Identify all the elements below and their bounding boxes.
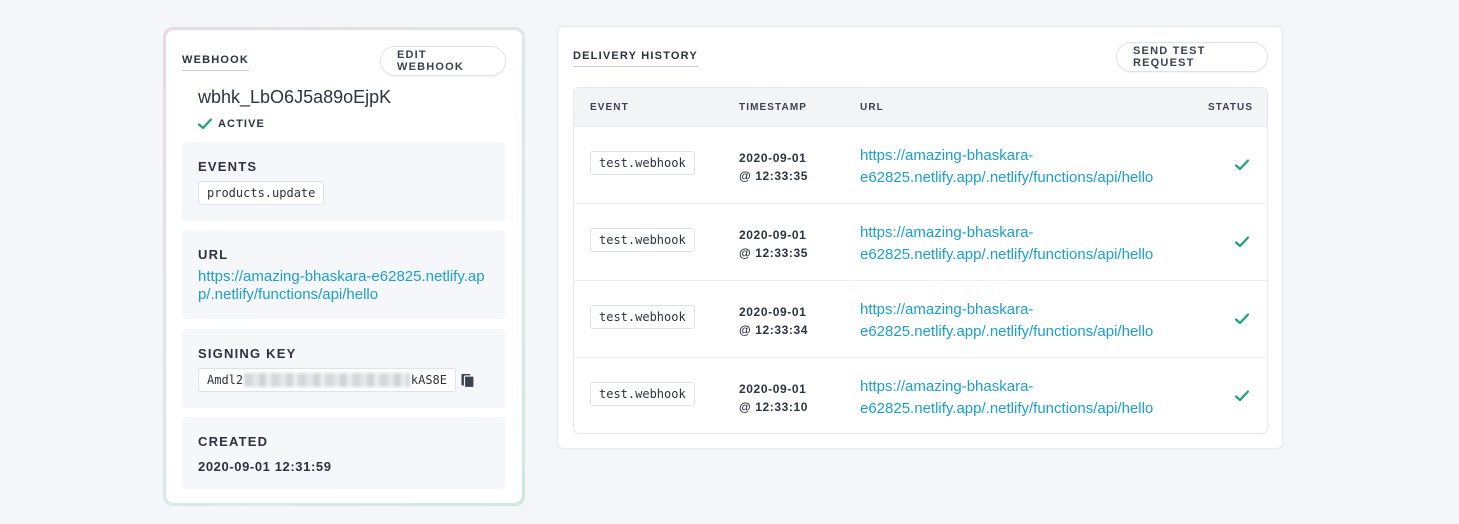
webhook-url-line2[interactable]: p/.netlify/functions/api/hello bbox=[198, 286, 378, 303]
delivery-table: EVENT TIMESTAMP URL STATUS test.webhook … bbox=[573, 87, 1268, 434]
signing-key-field[interactable]: Amdl2 kAS8E bbox=[198, 368, 456, 392]
check-icon bbox=[198, 118, 212, 130]
webhook-card: WEBHOOK EDIT WEBHOOK wbhk_LbO6J5a89oEjpK… bbox=[163, 27, 525, 506]
signing-key-section: SIGNING KEY Amdl2 kAS8E bbox=[182, 329, 505, 408]
column-status: STATUS bbox=[1208, 102, 1254, 113]
timestamp-time: @ 12:33:35 bbox=[739, 169, 809, 183]
column-timestamp: TIMESTAMP bbox=[739, 102, 808, 113]
row-url-link[interactable]: https://amazing-bhaskara-e62825.netlify.… bbox=[860, 376, 1190, 420]
table-row[interactable]: test.webhook 2020-09-01 @ 12:33:34 https:… bbox=[574, 280, 1267, 357]
webhook-url-line1[interactable]: https://amazing-bhaskara-e62825.netlify.… bbox=[198, 268, 485, 285]
check-icon bbox=[1235, 236, 1249, 248]
check-icon bbox=[1235, 390, 1249, 402]
row-url-line2[interactable]: e62825.netlify.app/.netlify/functions/ap… bbox=[860, 400, 1153, 417]
row-url-line2[interactable]: e62825.netlify.app/.netlify/functions/ap… bbox=[860, 246, 1153, 263]
signing-key-suffix: kAS8E bbox=[410, 373, 447, 387]
event-chip: test.webhook bbox=[590, 305, 695, 329]
timestamp: 2020-09-01 @ 12:33:35 bbox=[739, 149, 808, 185]
created-section: CREATED 2020-09-01 12:31:59 bbox=[182, 417, 505, 489]
row-url-link[interactable]: https://amazing-bhaskara-e62825.netlify.… bbox=[860, 299, 1190, 343]
created-value: 2020-09-01 12:31:59 bbox=[198, 459, 332, 474]
created-label: CREATED bbox=[198, 434, 269, 449]
delivery-history-heading: DELIVERY HISTORY bbox=[573, 50, 698, 67]
table-row[interactable]: test.webhook 2020-09-01 @ 12:33:35 https:… bbox=[574, 203, 1267, 280]
row-url-link[interactable]: https://amazing-bhaskara-e62825.netlify.… bbox=[860, 145, 1190, 189]
row-url-line1[interactable]: https://amazing-bhaskara- bbox=[860, 378, 1033, 395]
timestamp-date: 2020-09-01 bbox=[739, 382, 807, 396]
webhook-heading: WEBHOOK bbox=[182, 54, 250, 71]
url-label: URL bbox=[198, 247, 229, 262]
event-chip: test.webhook bbox=[590, 151, 695, 175]
row-url-line2[interactable]: e62825.netlify.app/.netlify/functions/ap… bbox=[860, 323, 1153, 340]
webhook-card-inner: WEBHOOK EDIT WEBHOOK wbhk_LbO6J5a89oEjpK… bbox=[166, 30, 522, 503]
status-label: ACTIVE bbox=[218, 118, 265, 130]
webhook-id: wbhk_LbO6J5a89oEjpK bbox=[198, 87, 392, 107]
check-icon bbox=[1235, 159, 1249, 171]
timestamp-time: @ 12:33:34 bbox=[739, 323, 809, 337]
timestamp-date: 2020-09-01 bbox=[739, 228, 807, 242]
timestamp-date: 2020-09-01 bbox=[739, 305, 807, 319]
row-url-line1[interactable]: https://amazing-bhaskara- bbox=[860, 224, 1033, 241]
events-label: EVENTS bbox=[198, 159, 258, 174]
events-section: EVENTS products.update bbox=[182, 142, 505, 221]
table-row[interactable]: test.webhook 2020-09-01 @ 12:33:35 https:… bbox=[574, 126, 1267, 203]
row-url-line2[interactable]: e62825.netlify.app/.netlify/functions/ap… bbox=[860, 169, 1153, 186]
row-url-line1[interactable]: https://amazing-bhaskara- bbox=[860, 147, 1033, 164]
event-chip: products.update bbox=[198, 181, 325, 205]
copy-icon[interactable] bbox=[461, 372, 475, 388]
column-url: URL bbox=[860, 102, 884, 113]
signing-key-prefix: Amdl2 bbox=[207, 373, 244, 387]
delivery-history-card: DELIVERY HISTORY SEND TEST REQUEST EVENT… bbox=[557, 26, 1283, 449]
event-chip: test.webhook bbox=[590, 382, 695, 406]
row-url-link[interactable]: https://amazing-bhaskara-e62825.netlify.… bbox=[860, 222, 1190, 266]
edit-webhook-button[interactable]: EDIT WEBHOOK bbox=[380, 46, 506, 76]
timestamp: 2020-09-01 @ 12:33:10 bbox=[739, 380, 808, 416]
timestamp: 2020-09-01 @ 12:33:35 bbox=[739, 226, 808, 262]
webhook-url-link[interactable]: https://amazing-bhaskara-e62825.netlify.… bbox=[198, 268, 493, 304]
signing-key-label: SIGNING KEY bbox=[198, 346, 297, 361]
status-active: ACTIVE bbox=[198, 118, 265, 130]
timestamp-time: @ 12:33:35 bbox=[739, 246, 809, 260]
timestamp-time: @ 12:33:10 bbox=[739, 400, 809, 414]
url-section: URL https://amazing-bhaskara-e62825.netl… bbox=[182, 230, 505, 319]
timestamp: 2020-09-01 @ 12:33:34 bbox=[739, 303, 808, 339]
signing-key-redacted bbox=[244, 373, 410, 387]
timestamp-date: 2020-09-01 bbox=[739, 151, 807, 165]
check-icon bbox=[1235, 313, 1249, 325]
table-row[interactable]: test.webhook 2020-09-01 @ 12:33:10 https:… bbox=[574, 357, 1267, 433]
column-event: EVENT bbox=[590, 102, 629, 113]
send-test-request-button[interactable]: SEND TEST REQUEST bbox=[1116, 42, 1268, 72]
row-url-line1[interactable]: https://amazing-bhaskara- bbox=[860, 301, 1033, 318]
event-chip: test.webhook bbox=[590, 228, 695, 252]
table-header: EVENT TIMESTAMP URL STATUS bbox=[574, 88, 1267, 126]
